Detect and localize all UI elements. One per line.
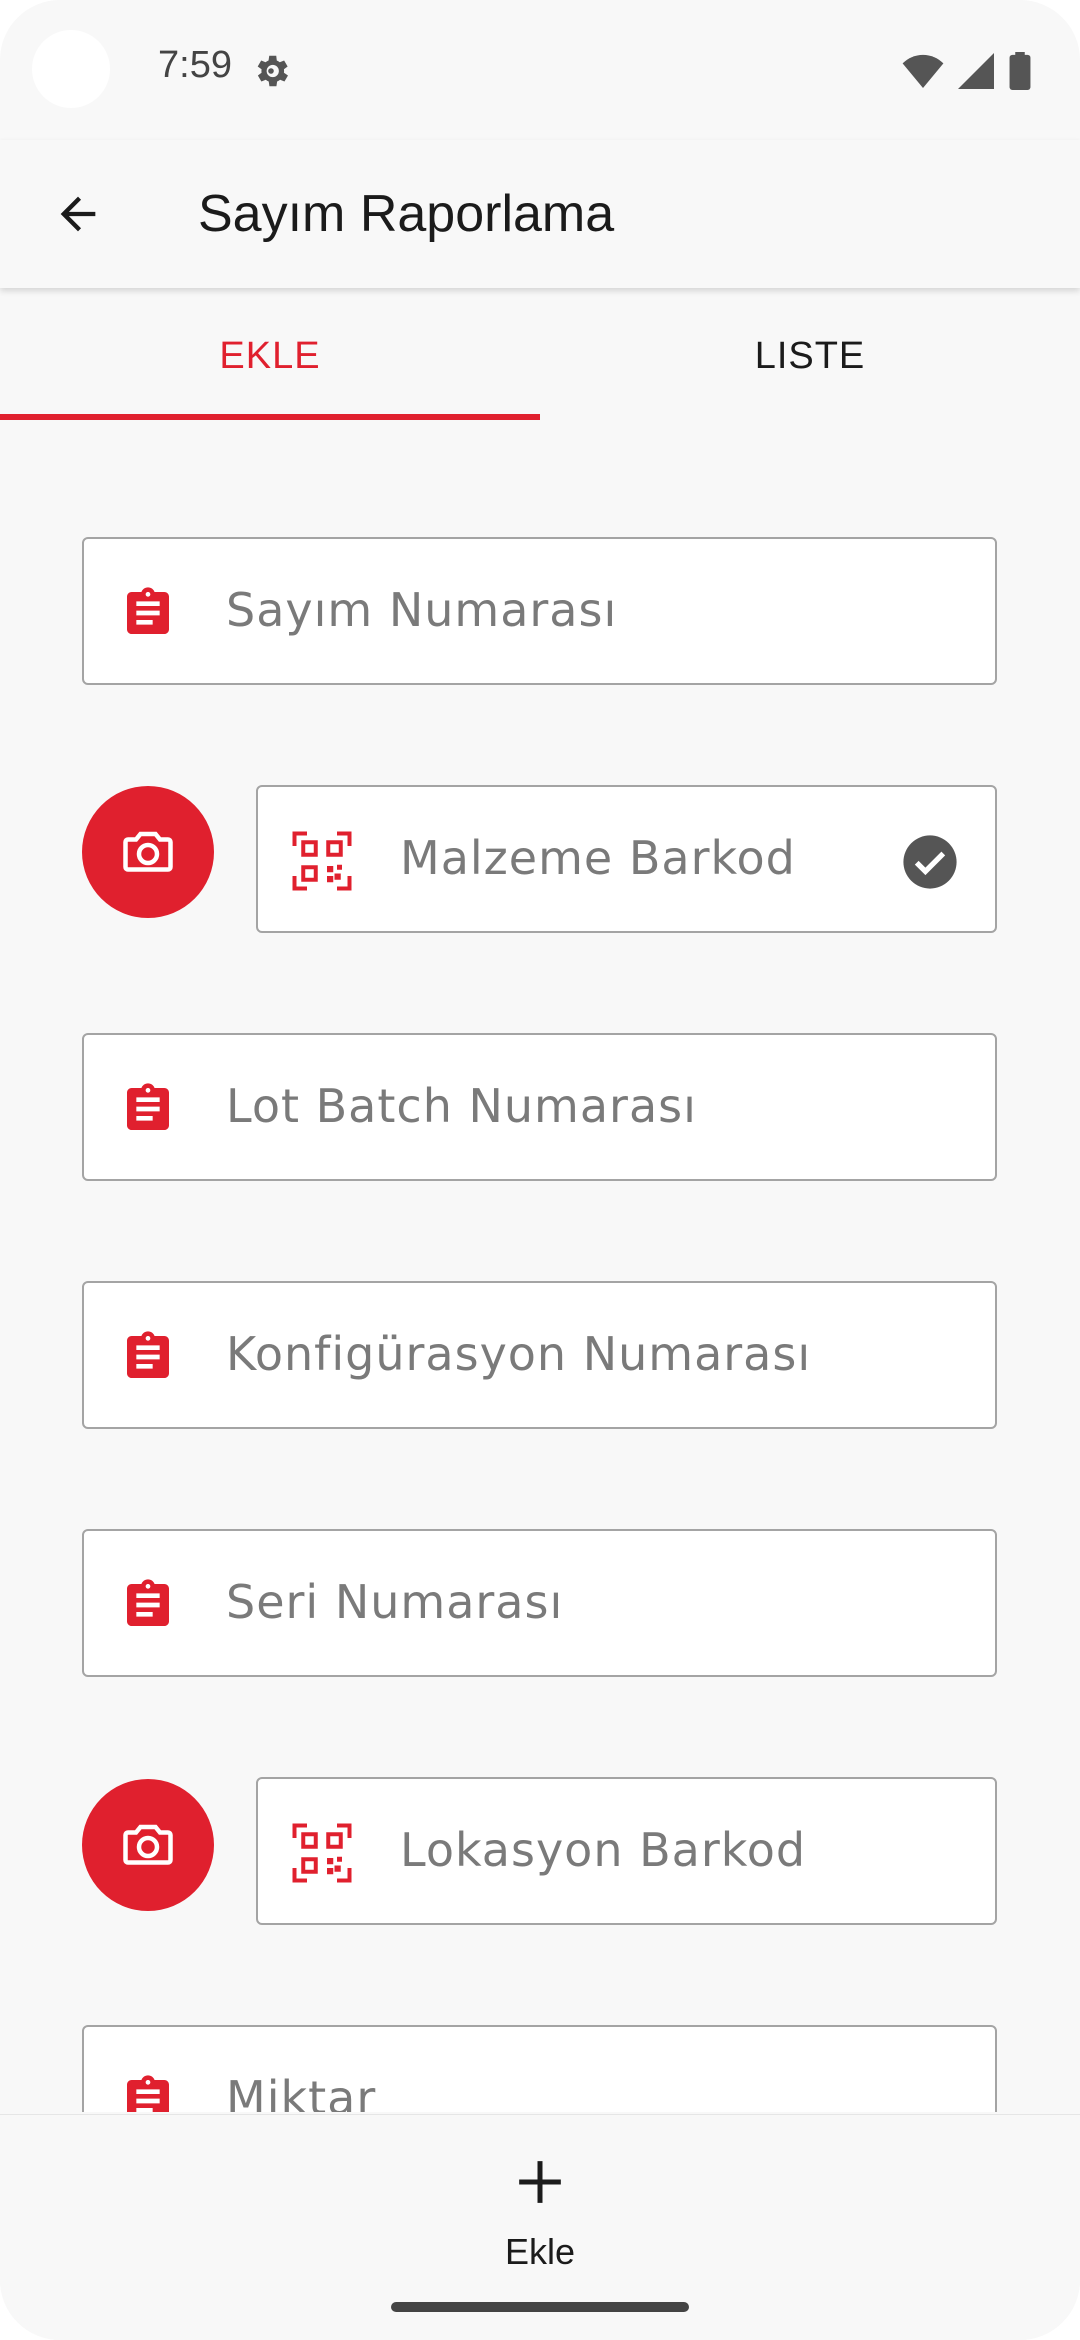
lot-batch-placeholder: Lot Batch Numarası (226, 1079, 697, 1133)
wifi-icon (902, 54, 944, 88)
qr-code-icon (292, 1823, 352, 1883)
clipboard-icon (127, 1331, 169, 1378)
clipboard-icon (127, 2075, 169, 2112)
arrow-back-icon (60, 196, 96, 232)
sayim-numarasi-placeholder: Sayım Numarası (226, 583, 618, 637)
clipboard-icon (127, 587, 169, 634)
camera-icon (123, 831, 173, 872)
lokasyon-barkod-placeholder: Lokasyon Barkod (400, 1823, 807, 1877)
cellular-signal-icon (958, 53, 994, 89)
clipboard-icon (127, 1083, 169, 1130)
sayim-numarasi-field[interactable]: Sayım Numarası (82, 537, 997, 685)
add-button[interactable]: Ekle (440, 2135, 640, 2285)
konfigurasyon-numarasi-field[interactable]: Konfigürasyon Numarası (82, 1281, 997, 1429)
tab-bar: EKLE LISTE (0, 290, 1080, 422)
app-screen: 7:59 Sayım Raporlama EKLE LISTE Sayım Nu… (0, 0, 1080, 2340)
back-button[interactable] (40, 176, 116, 252)
malzeme-barkod-placeholder: Malzeme Barkod (400, 831, 796, 885)
camera-cutout (32, 30, 110, 108)
qr-code-icon (292, 831, 352, 891)
camera-icon (123, 1824, 173, 1865)
status-time: 7:59 (158, 44, 232, 86)
plus-icon (519, 2161, 561, 2203)
form-scroll-area[interactable]: Sayım Numarası Malzeme Barkod Lot Batch … (0, 422, 1080, 2112)
tab-liste[interactable]: LISTE (540, 290, 1080, 422)
malzeme-barkod-field[interactable]: Malzeme Barkod (256, 785, 997, 933)
page-title: Sayım Raporlama (198, 185, 615, 243)
status-icons (902, 52, 1032, 90)
status-bar: 7:59 (0, 0, 1080, 140)
tab-ekle[interactable]: EKLE (0, 290, 540, 422)
lokasyon-camera-button[interactable] (82, 1779, 214, 1911)
home-indicator[interactable] (391, 2302, 689, 2312)
lot-batch-numarasi-field[interactable]: Lot Batch Numarası (82, 1033, 997, 1181)
konfigurasyon-placeholder: Konfigürasyon Numarası (226, 1327, 812, 1381)
app-bar: Sayım Raporlama (0, 140, 1080, 288)
miktar-field[interactable]: Miktar (82, 2025, 997, 2112)
tab-selected-indicator (0, 414, 540, 420)
check-circle-icon[interactable] (901, 833, 959, 891)
settings-gear-icon (257, 55, 288, 87)
malzeme-camera-button[interactable] (82, 786, 214, 918)
battery-icon (1009, 52, 1031, 90)
seri-numarasi-placeholder: Seri Numarası (226, 1575, 564, 1629)
lokasyon-barkod-field[interactable]: Lokasyon Barkod (256, 1777, 997, 1925)
clipboard-icon (127, 1579, 169, 1626)
miktar-placeholder: Miktar (226, 2071, 377, 2112)
seri-numarasi-field[interactable]: Seri Numarası (82, 1529, 997, 1677)
add-button-label: Ekle (504, 2231, 576, 2272)
